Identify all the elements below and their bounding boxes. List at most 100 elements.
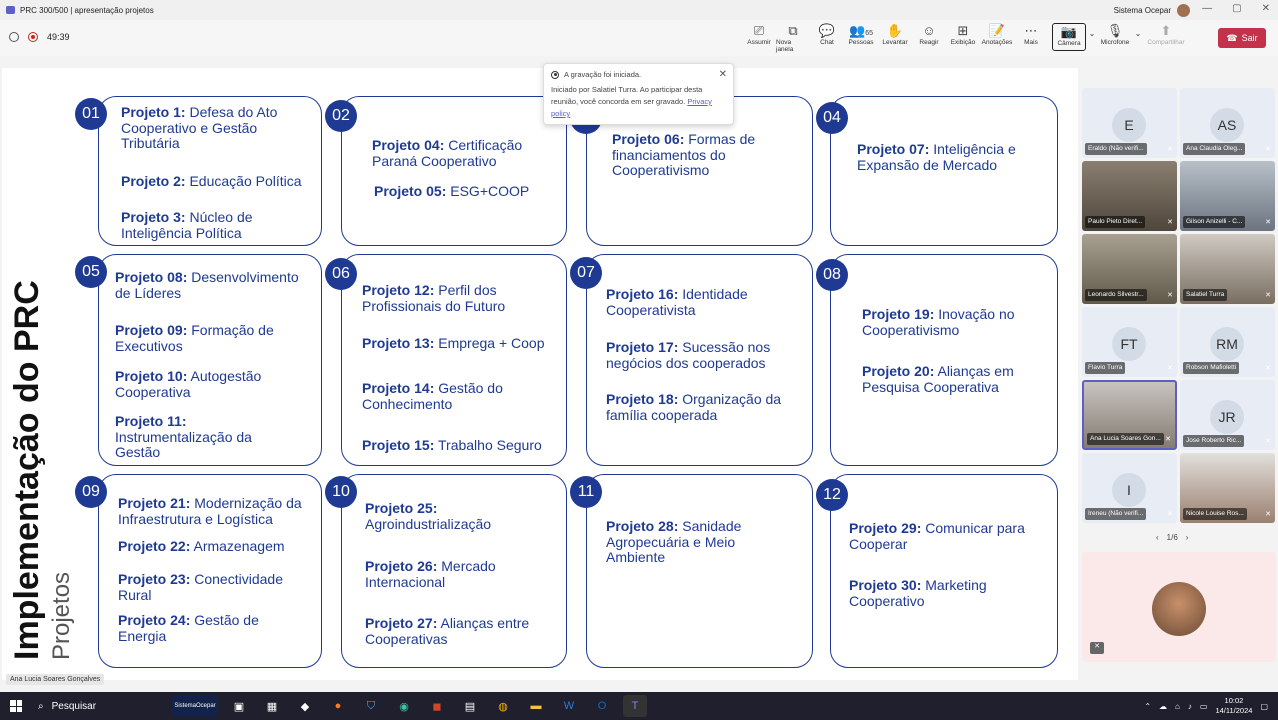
project-item: Projeto 3: Núcleo de Inteligência Políti… xyxy=(121,209,253,241)
powerpoint-icon[interactable]: ◼ xyxy=(425,695,449,717)
react-button[interactable]: ☺ Reagir xyxy=(912,23,946,53)
mic-muted-icon: ✕ xyxy=(1265,511,1271,518)
mic-muted-icon: ✕ xyxy=(1265,365,1271,372)
recording-notification: A gravação foi iniciada. ✕ Iniciado por … xyxy=(543,63,734,125)
participant-tile[interactable]: Ana Lucia Soares Gon... ✕ xyxy=(1082,380,1177,450)
outlook-icon[interactable]: O xyxy=(590,695,614,717)
defender-icon[interactable]: ⛉ xyxy=(359,695,383,717)
chevron-up-icon[interactable]: ⌃ xyxy=(1144,702,1151,711)
mic-muted-icon: ✕ xyxy=(1090,642,1104,654)
account-area[interactable]: Sistema Ocepar xyxy=(1114,4,1190,17)
shield-icon xyxy=(9,32,19,42)
mic-muted-icon: ✕ xyxy=(1167,146,1173,153)
microphone-button[interactable]: 🎙 Microfone xyxy=(1098,23,1132,53)
notifications-icon[interactable]: ▢ xyxy=(1260,702,1268,711)
mic-off-icon: 🎙 xyxy=(1106,23,1124,38)
volume-icon[interactable]: ♪ xyxy=(1188,702,1192,711)
windows-start-icon[interactable] xyxy=(10,700,22,712)
participant-name: Paulo Pieto Diret... xyxy=(1085,216,1146,228)
project-item: Projeto 2: Educação Política xyxy=(121,173,302,189)
mic-muted-icon: ✕ xyxy=(1167,511,1173,518)
participant-tile[interactable]: Salatiel Turra ✕ xyxy=(1180,234,1275,304)
mic-options-chevron[interactable]: ⌄ xyxy=(1132,23,1144,53)
prev-page-button[interactable]: ‹ xyxy=(1156,533,1159,542)
mic-muted-icon: ✕ xyxy=(1167,292,1173,299)
file-explorer-icon[interactable]: ▬ xyxy=(524,695,548,717)
chat-icon: 💬 xyxy=(818,23,836,38)
more-button[interactable]: ⋯ Mais xyxy=(1014,23,1048,53)
word-icon[interactable]: W xyxy=(557,695,581,717)
camera-options-chevron[interactable]: ⌄ xyxy=(1086,23,1098,53)
project-item: Projeto 20: Alianças em Pesquisa Coopera… xyxy=(862,363,1014,395)
notes-button[interactable]: 📝 Anotações xyxy=(980,23,1014,53)
cloud-icon[interactable]: ☁ xyxy=(1159,702,1167,711)
participant-name: Ana Claudia Oleg... xyxy=(1183,143,1246,155)
participant-tile[interactable]: Nicole Louise Ros... ✕ xyxy=(1180,453,1275,523)
meeting-toolbar: 49:39 ⎚ Assumir ⧉ Nova janela 💬 Chat 👥65 Pes… xyxy=(0,20,1278,56)
recording-icon xyxy=(28,32,38,42)
teams-icon[interactable]: T xyxy=(623,695,647,717)
participant-tile[interactable]: JR Jose Roberto Ric... ✕ xyxy=(1180,380,1275,450)
teams-icon xyxy=(6,6,15,14)
recording-status: 49:39 xyxy=(9,32,70,42)
participant-avatar: AS xyxy=(1210,108,1244,142)
raise-hand-button[interactable]: ✋ Levantar xyxy=(878,23,912,53)
project-item: Projeto 26: Mercado Internacional xyxy=(365,558,496,590)
camera-button[interactable]: 📷 Câmera xyxy=(1052,23,1086,51)
chrome-icon[interactable]: ◍ xyxy=(491,695,515,717)
participant-name: Jose Roberto Ric... xyxy=(1183,435,1245,447)
search-label: Pesquisar xyxy=(51,700,97,712)
page-indicator: 1/6 xyxy=(1166,533,1178,542)
calculator-icon[interactable]: ▤ xyxy=(458,695,482,717)
next-page-button[interactable]: › xyxy=(1186,533,1189,542)
minimize-button[interactable]: — xyxy=(1202,3,1212,14)
project-item: Projeto 07: Inteligência e Expansão de M… xyxy=(857,141,1016,173)
people-button[interactable]: 👥65 Pessoas xyxy=(844,23,878,53)
mic-muted-icon: ✕ xyxy=(1265,146,1271,153)
taskbar-apps: SistemaOcepar ▣ ▦ ◆ ● ⛉ ◉ ◼ ▤ ◍ ▬ W O T xyxy=(172,695,647,717)
power-automate-icon[interactable]: ◆ xyxy=(293,695,317,717)
participant-tile[interactable]: FT Flavio Turra ✕ xyxy=(1082,307,1177,377)
card-number-badge: 12 xyxy=(816,479,848,511)
shared-slide: Implementação do PRC Projetos Projeto 1:… xyxy=(2,68,1078,680)
window-title: PRC 300/500 | apresentação projetos xyxy=(20,5,154,15)
project-item: Projeto 13: Emprega + Coop xyxy=(362,335,545,351)
participant-tile[interactable]: RM Robson Mafioletti ✕ xyxy=(1180,307,1275,377)
participant-tile[interactable]: E Eraldo (Não verifi... ✕ xyxy=(1082,88,1177,158)
share-icon: ⬆ xyxy=(1160,23,1172,38)
close-button[interactable]: ✕ xyxy=(1262,3,1270,14)
firefox-icon[interactable]: ● xyxy=(326,695,350,717)
leave-button[interactable]: ☎ Sair xyxy=(1218,28,1266,48)
mic-muted-icon: ✕ xyxy=(1265,438,1271,445)
participant-tile[interactable]: Leonardo Silvestr... ✕ xyxy=(1082,234,1177,304)
project-item: Projeto 22: Armazenagem xyxy=(118,538,285,554)
chat-button[interactable]: 💬 Chat xyxy=(810,23,844,53)
battery-icon[interactable]: ▭ xyxy=(1200,702,1208,711)
project-item: Projeto 29: Comunicar para Cooperar xyxy=(849,520,1025,552)
mic-muted-icon: ✕ xyxy=(1167,365,1173,372)
maximize-button[interactable]: ▢ xyxy=(1232,3,1241,14)
smiley-icon: ☺ xyxy=(922,23,936,38)
participant-tile[interactable]: Gilson Anizelli - C... ✕ xyxy=(1180,161,1275,231)
taskbar-search[interactable]: ⌕ Pesquisar xyxy=(32,695,162,717)
participant-avatar: RM xyxy=(1210,327,1244,361)
task-view-icon[interactable]: ▣ xyxy=(227,695,251,717)
edge-icon[interactable]: ◉ xyxy=(392,695,416,717)
view-button[interactable]: ⊞ Exibição xyxy=(946,23,980,53)
participant-tile[interactable]: I Ireneu (Não verifi... ✕ xyxy=(1082,453,1177,523)
participant-name: Flavio Turra xyxy=(1085,362,1126,374)
participant-tile[interactable]: AS Ana Claudia Oleg... ✕ xyxy=(1180,88,1275,158)
project-item: Projeto 21: Modernização da Infraestrutu… xyxy=(118,495,302,527)
share-button[interactable]: ⬆ Compartilhar xyxy=(1144,23,1188,53)
close-icon[interactable]: ✕ xyxy=(719,69,727,80)
project-item: Projeto 27: Alianças entre Cooperativas xyxy=(365,615,530,647)
clock[interactable]: 10:02 14/11/2024 xyxy=(1215,696,1252,716)
network-icon[interactable]: ⌂ xyxy=(1175,702,1180,711)
new-window-button[interactable]: ⧉ Nova janela xyxy=(776,23,810,53)
take-control-button[interactable]: ⎚ Assumir xyxy=(742,23,776,53)
project-item: Projeto 24: Gestão de Energia xyxy=(118,612,259,644)
sistema-ocepar-app[interactable]: SistemaOcepar xyxy=(172,695,218,717)
widgets-icon[interactable]: ▦ xyxy=(260,695,284,717)
participant-name: Leonardo Silvestr... xyxy=(1085,289,1147,301)
participant-tile[interactable]: Paulo Pieto Diret... ✕ xyxy=(1082,161,1177,231)
